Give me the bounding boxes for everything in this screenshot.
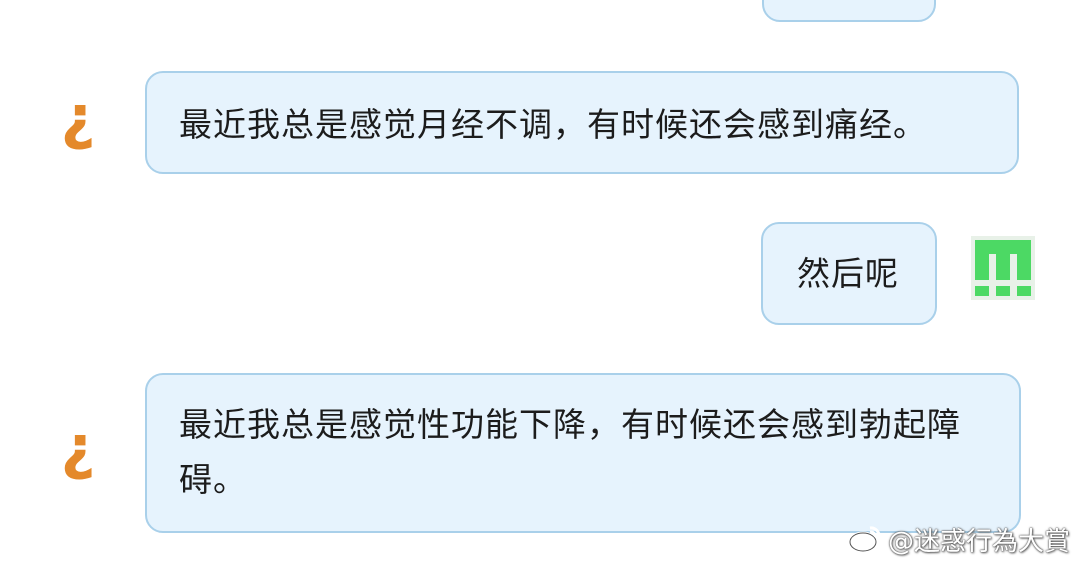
message-text: 最近我总是感觉性功能下降，有时候还会感到勃起障碍。 [179, 405, 961, 499]
chat-conversation: ¿ 最近我总是感觉月经不调，有时候还会感到痛经。 然后呢 ¿ 最近我总是感觉性功… [0, 0, 1080, 567]
chat-bubble-user: 然后呢 [761, 222, 937, 325]
message-text: 然后呢 [797, 254, 899, 293]
chat-bubble-partial [762, 0, 936, 22]
weibo-logo-icon [848, 526, 881, 553]
chat-bubble-bot: 最近我总是感觉月经不调，有时候还会感到痛经。 [145, 71, 1019, 174]
chat-bubble-bot: 最近我总是感觉性功能下降，有时候还会感到勃起障碍。 [145, 373, 1021, 533]
weibo-watermark: @迷惑行為大賞 [848, 519, 1070, 559]
watermark-text: @迷惑行為大賞 [887, 526, 1070, 557]
user-avatar-icon [971, 236, 1035, 300]
bot-avatar-icon: ¿ [60, 83, 96, 153]
message-text: 最近我总是感觉月经不调，有时候还会感到痛经。 [179, 105, 927, 144]
bot-avatar-icon: ¿ [60, 413, 96, 483]
